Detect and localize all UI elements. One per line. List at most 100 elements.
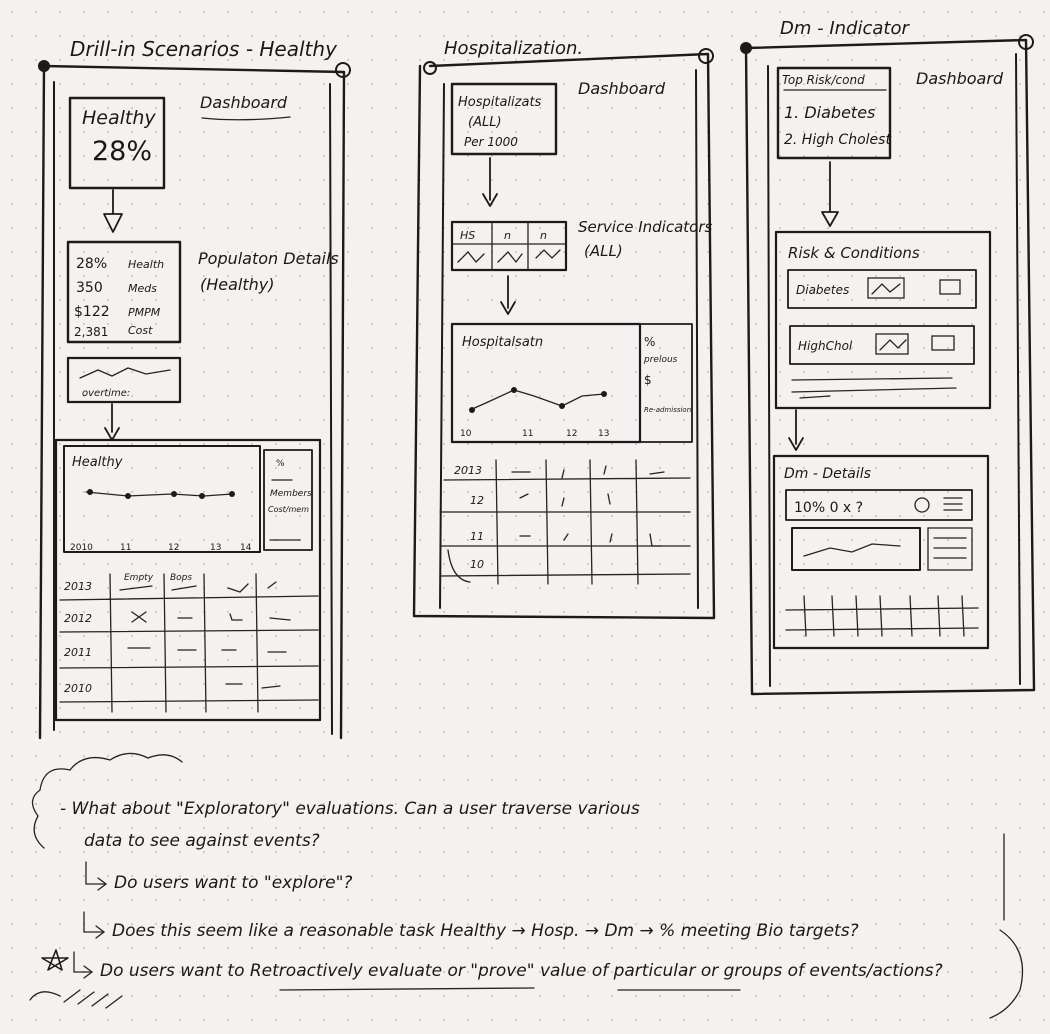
hospitalization-kpi-line1: Hospitalizats [458,95,542,110]
notebook-sketch: Drill-in Scenarios - Healthy Healthy 28%… [29,18,1036,1019]
sparkline [79,367,171,379]
healthy-table-grid [59,573,319,713]
table-row-label: 2013 [64,580,92,593]
population-details-sub: (Healthy) [200,275,275,294]
detail-button-icon[interactable] [939,279,961,295]
data-point [229,491,235,497]
dm-trend-chart [791,527,921,571]
top-risk-title: Top Risk/cond [782,73,865,87]
down-arrow-icon [103,189,123,233]
note-line: - What about "Exploratory" evaluations. … [60,799,640,819]
healthy-panel-title: Drill-in Scenarios - Healthy [70,37,338,61]
partial-row [791,377,957,399]
down-arrow-icon [104,403,120,441]
note-line: Does this seem like a reasonable task He… [112,921,859,941]
risk-row-label: HighChol [798,339,853,353]
hospitalization-phone-frame [412,52,716,620]
frame-pin [698,48,714,64]
down-arrow-icon [821,161,839,227]
data-point [125,493,131,499]
top-risk-item: 1. Diabetes [784,103,875,122]
note-underline [279,987,741,991]
branch-arrow-icon [73,951,94,979]
top-risk-item: 2. High Cholest [784,132,891,148]
x-tick: 12 [168,543,179,553]
dm-inner-frame [767,53,1021,687]
trend-line [469,389,605,411]
hospitalization-kpi-line2: (ALL) [468,115,502,130]
dm-dashboard-label: Dashboard [916,69,1004,88]
healthy-panel: Drill-in Scenarios - Healthy Healthy 28%… [38,37,351,740]
dm-details-title: Dm - Details [784,466,871,482]
stat-value: 2,381 [74,325,108,339]
dm-side-list [927,527,973,571]
hospitalization-detail-title: Hospitalsatn [462,335,543,350]
underline [201,116,291,121]
dm-panel-title: Dm - Indicator [780,18,910,39]
dm-panel: Dm - Indicator Top Risk/cond 1. Diabetes… [740,18,1036,696]
service-indicators-sub: (ALL) [584,242,623,260]
frame-pin [423,61,437,75]
data-point [87,489,93,495]
data-point [511,387,517,393]
service-indicators-label: Service Indicators [578,218,712,236]
x-tick: 10 [460,429,472,439]
x-tick: 14 [240,543,252,553]
sparkline-icons [457,249,561,264]
service-header: n [540,229,547,242]
data-point [171,491,177,497]
branch-arrow-icon [83,911,106,939]
side-label: Re-admission [644,406,691,414]
data-point [559,403,565,409]
data-point [199,493,205,499]
table-row-label: 2011 [64,646,92,659]
stat-label: Meds [128,282,157,295]
hospitalization-kpi-line3: Per 1000 [464,135,518,149]
x-tick: 13 [598,429,609,439]
cloud-hatching [29,989,123,1009]
table-header: Empty [124,573,154,583]
branch-arrow-icon [85,861,108,891]
stat-label: Health [128,258,164,271]
detail-button-icon[interactable] [931,335,955,351]
stat-label: PMPM [128,306,161,319]
table-row-label: 2012 [64,612,92,625]
stat-value: $122 [74,304,110,320]
data-point [469,407,475,413]
service-header: n [504,229,511,242]
healthy-dashboard-label: Dashboard [200,93,288,112]
sparkline [879,339,907,351]
down-arrow-icon [788,409,804,451]
stat-value: 350 [76,280,103,296]
side-label: prelous [643,355,678,365]
table-header: Bops [170,573,192,583]
note-line: Do users want to "explore"? [114,873,352,893]
overtime-label: overtime: [82,388,130,399]
table-row-label: 2010 [64,682,92,695]
note-line: Do users want to Retroactively evaluate … [100,961,943,981]
list-lines [933,537,967,559]
table-row-label: 10 [470,558,484,571]
menu-icon[interactable] [943,497,963,511]
side-label: Cost/mem [268,505,309,514]
population-details-label: Populaton Details [198,249,339,268]
x-tick: 2010 [70,543,93,553]
x-tick: 11 [522,429,533,439]
dm-stats: 10% 0 x ? [794,500,863,516]
side-label: $ [644,373,652,387]
sparkline-box [875,333,909,355]
thought-cloud [989,833,1024,1019]
stat-label: Cost [128,324,153,337]
hospitalization-dashboard-label: Dashboard [578,79,666,98]
trend-line [85,491,233,497]
note-line: data to see against events? [84,831,320,851]
info-icon[interactable] [914,497,930,513]
down-arrow-icon [500,275,516,315]
stat-value: 28% [76,256,107,272]
healthy-detail-title: Healthy [72,455,123,470]
healthy-kpi-value: 28% [92,136,152,167]
healthy-inner-frame [53,81,333,735]
x-tick: 12 [566,429,577,439]
notes-section: - What about "Exploratory" evaluations. … [29,752,1024,1019]
sparkline [803,543,901,557]
